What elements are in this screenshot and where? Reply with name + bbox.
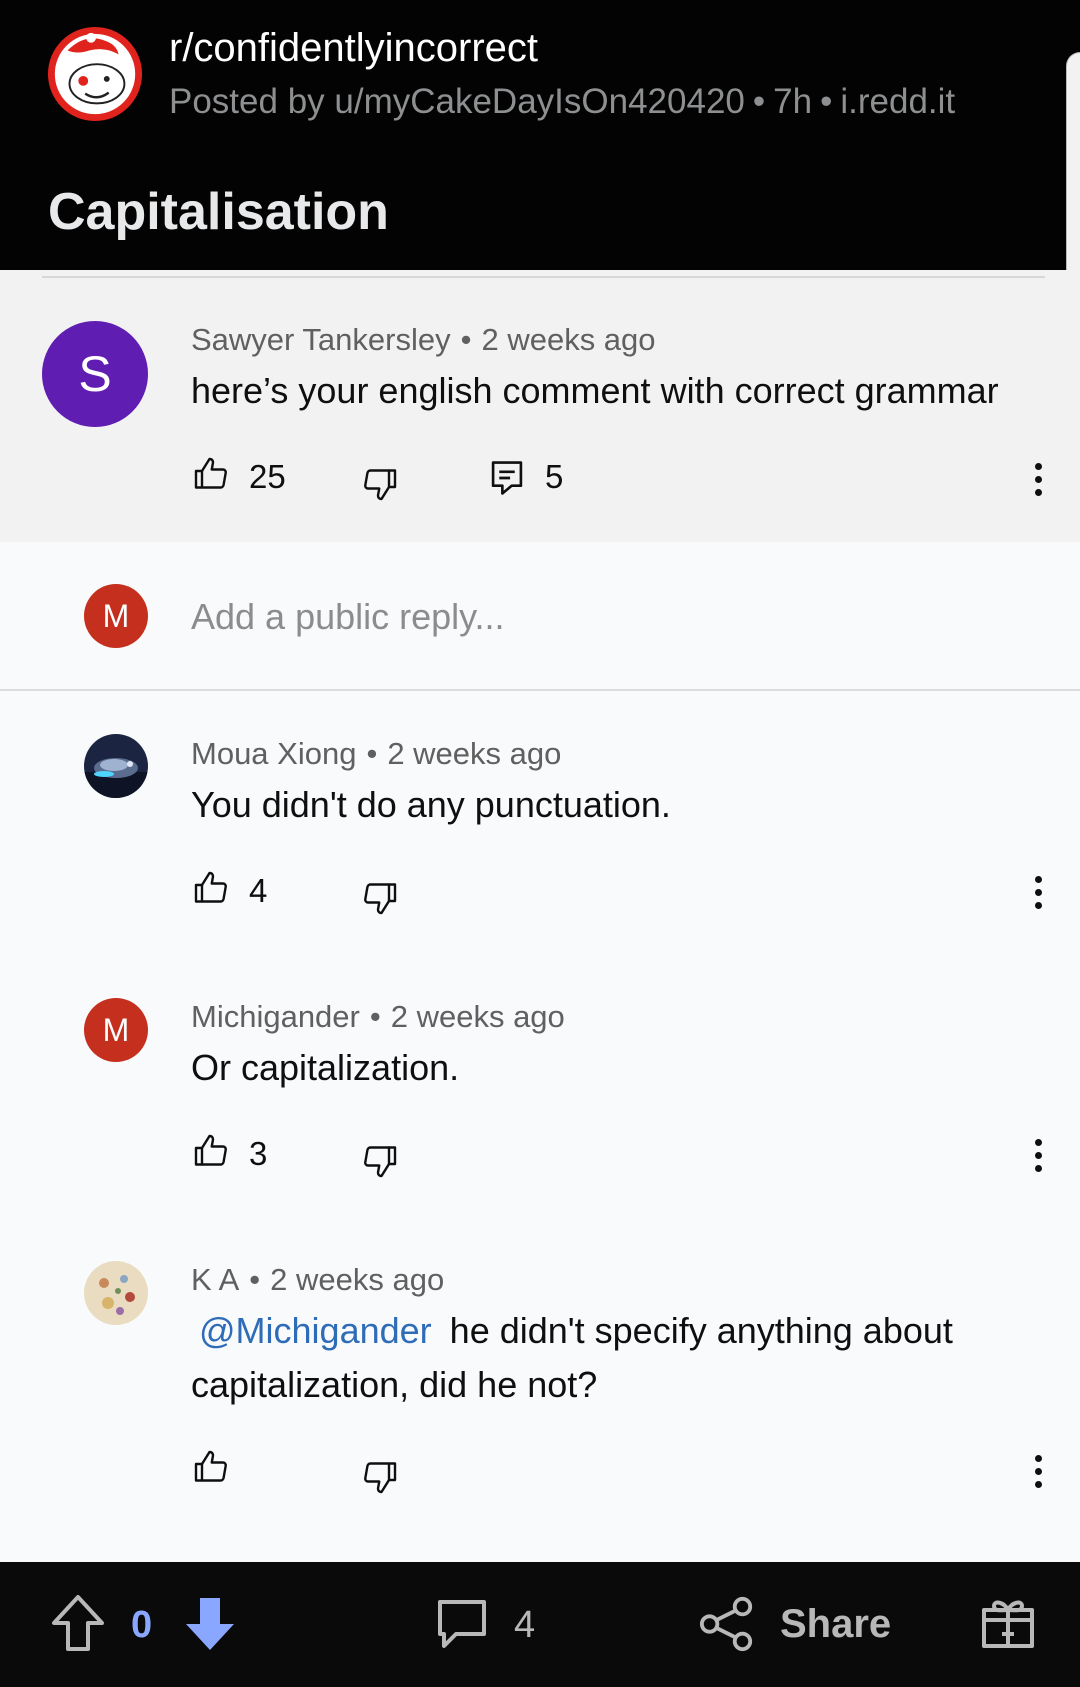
- more-options-icon[interactable]: [1035, 876, 1045, 915]
- comment-text: Or capitalization.: [191, 1047, 460, 1088]
- thumbs-up-icon[interactable]: [193, 456, 229, 492]
- avatar[interactable]: [84, 734, 148, 798]
- thumbs-up-icon[interactable]: [193, 1133, 229, 1169]
- subreddit-avatar-icon[interactable]: [46, 25, 144, 123]
- more-options-icon[interactable]: [1035, 1455, 1045, 1494]
- avatar[interactable]: M: [84, 998, 148, 1062]
- comment-age: 2 weeks ago: [270, 1262, 445, 1297]
- comment-meta: Sawyer Tankersley • 2 weeks ago: [191, 322, 656, 358]
- thumbs-up-icon[interactable]: [193, 1449, 229, 1485]
- comment-age: 2 weeks ago: [390, 999, 565, 1034]
- comment-age: 2 weeks ago: [387, 736, 562, 771]
- meta-separator: •: [366, 736, 378, 771]
- post-title: Capitalisation: [48, 183, 389, 241]
- comment-icon[interactable]: [432, 1594, 492, 1654]
- comment-meta: Michigander • 2 weeks ago: [191, 999, 565, 1035]
- comment-author[interactable]: Sawyer Tankersley: [191, 322, 451, 357]
- comment-text: here’s your english comment with correct…: [191, 370, 999, 411]
- vote-count: 0: [131, 1604, 153, 1646]
- reply-icon[interactable]: [490, 459, 524, 497]
- meta-separator: •: [249, 1262, 261, 1297]
- share-label[interactable]: Share: [780, 1602, 891, 1647]
- post-author[interactable]: Posted by u/myCakeDayIsOn420420: [169, 82, 745, 121]
- downvote-icon[interactable]: [182, 1594, 238, 1654]
- meta-separator: •: [369, 999, 381, 1034]
- more-options-icon[interactable]: [1035, 1139, 1045, 1178]
- avatar[interactable]: [84, 1261, 148, 1325]
- comment-meta: Moua Xiong • 2 weeks ago: [191, 736, 561, 772]
- comment-text: @Michigander he didn't specify anything …: [191, 1304, 1051, 1412]
- divider: [42, 276, 1045, 278]
- avatar[interactable]: S: [42, 321, 148, 427]
- avatar-letter: M: [102, 1011, 130, 1048]
- comment-author[interactable]: Moua Xiong: [191, 736, 356, 771]
- thumbs-up-icon[interactable]: [193, 870, 229, 906]
- thumbs-down-icon[interactable]: [362, 880, 398, 916]
- comment-age: 2 weeks ago: [481, 322, 656, 357]
- avatar-letter: S: [78, 346, 112, 402]
- meta-separator: •: [752, 82, 766, 121]
- reply-input[interactable]: Add a public reply...: [191, 596, 505, 638]
- thumbs-down-icon[interactable]: [362, 466, 398, 502]
- reply-count: 5: [545, 458, 564, 495]
- comment-count: 4: [514, 1604, 536, 1646]
- thumbs-down-icon[interactable]: [362, 1459, 398, 1495]
- comment-author[interactable]: Michigander: [191, 999, 360, 1034]
- post-domain[interactable]: i.redd.it: [840, 82, 955, 121]
- comment-text: You didn't do any punctuation.: [191, 784, 671, 825]
- comment-meta: K A • 2 weeks ago: [191, 1262, 444, 1298]
- subreddit-name[interactable]: r/confidentlyincorrect: [169, 26, 538, 71]
- post-action-bar: 0 4 Share: [0, 1562, 1080, 1687]
- meta-separator: •: [460, 322, 472, 357]
- award-gift-icon[interactable]: [978, 1592, 1038, 1652]
- more-options-icon[interactable]: [1035, 463, 1045, 502]
- user-avatar: M: [84, 584, 148, 648]
- upvote-icon[interactable]: [50, 1593, 106, 1653]
- meta-separator: •: [820, 82, 833, 121]
- thumbs-down-icon[interactable]: [362, 1143, 398, 1179]
- post-meta: Posted by u/myCakeDayIsOn420420 • 7h • i.red…: [169, 82, 955, 122]
- comment-author[interactable]: K A: [191, 1262, 239, 1297]
- user-mention[interactable]: @Michigander: [199, 1310, 432, 1351]
- divider: [0, 689, 1080, 691]
- share-icon[interactable]: [698, 1594, 756, 1654]
- like-count: 4: [249, 872, 268, 909]
- like-count: 3: [249, 1135, 268, 1172]
- like-count: 25: [249, 458, 286, 495]
- post-age: 7h: [773, 82, 813, 121]
- post-header: r/confidentlyincorrect Posted by u/myCak…: [0, 0, 1080, 270]
- avatar-letter: M: [102, 597, 130, 634]
